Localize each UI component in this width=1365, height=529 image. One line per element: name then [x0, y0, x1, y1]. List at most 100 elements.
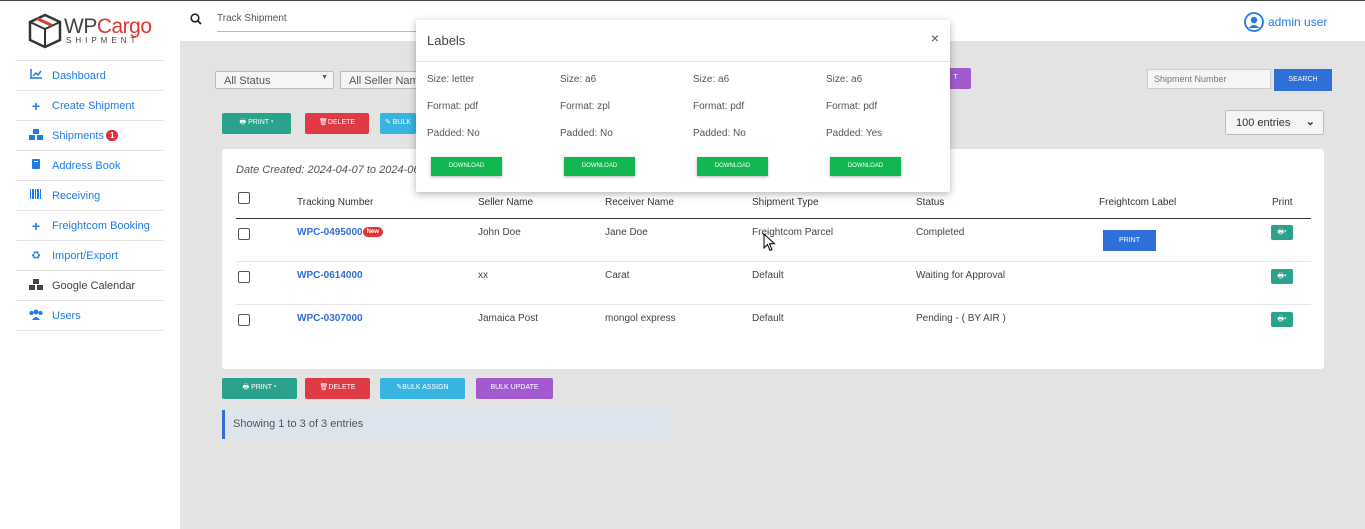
row-checkbox[interactable]: [238, 228, 250, 240]
sidebar-item-shipments[interactable]: Shipments 1: [16, 121, 164, 151]
sidebar-item-create-shipment[interactable]: + Create Shipment: [16, 91, 164, 121]
print-label: PRINT: [251, 384, 272, 391]
bulk-assign-button-top[interactable]: ✎ BULK: [380, 113, 416, 134]
boxes-icon: [28, 128, 44, 143]
col-shipment-type[interactable]: Shipment Type: [752, 197, 819, 208]
caret-down-icon: ▼: [321, 74, 328, 81]
barcode-icon: [28, 189, 44, 202]
label-size: Size: a6: [693, 74, 730, 85]
print-button-bottom[interactable]: 🖶 PRINT ▾: [222, 378, 297, 399]
download-button[interactable]: DOWNLOAD: [830, 157, 901, 176]
sidebar-item-label: Google Calendar: [52, 279, 136, 292]
status: Completed: [916, 227, 965, 238]
label-size: Size: a6: [560, 74, 597, 85]
receiver-name: mongol express: [605, 313, 676, 324]
sidebar-item-import-export[interactable]: ♻ Import/Export: [16, 241, 164, 271]
label-padded: Padded: No: [560, 128, 613, 139]
status: Pending - ( BY AIR ): [916, 313, 1006, 324]
modal-title: Labels: [427, 33, 466, 48]
sidebar-item-users[interactable]: Users: [16, 301, 164, 331]
sidebar-item-google-calendar[interactable]: Google Calendar: [16, 271, 164, 301]
status: Waiting for Approval: [916, 270, 1006, 281]
tracking-link[interactable]: WPC-0614000: [297, 270, 363, 281]
receiver-name: Carat: [605, 270, 630, 281]
receiver-name: Jane Doe: [605, 227, 648, 238]
label-format: Format: pdf: [427, 101, 479, 112]
bulk-assign-label: BULK ASSIGN: [402, 384, 449, 391]
status-filter-value: All Status: [224, 75, 271, 87]
entries-select[interactable]: 100 entries ⌄: [1225, 110, 1324, 135]
select-all-checkbox[interactable]: [238, 192, 250, 204]
row-print-button[interactable]: 🖶▾: [1271, 225, 1293, 240]
chevron-down-icon: ⌄: [1305, 116, 1315, 128]
logo[interactable]: WPCargo SHIPMENT: [28, 13, 158, 49]
delete-label: DELETE: [328, 384, 356, 391]
label-option: Size: a6 Format: zpl Padded: No: [560, 74, 613, 155]
users-icon: [28, 309, 44, 323]
row-checkbox[interactable]: [238, 314, 250, 326]
sidebar-nav: Dashboard + Create Shipment Shipments 1 A…: [16, 60, 164, 331]
seller-filter-select[interactable]: All Seller Name: [340, 71, 420, 89]
status-filter-select[interactable]: All Status ▼: [215, 71, 334, 89]
sidebar: WPCargo SHIPMENT Dashboard + Create Ship…: [0, 0, 180, 529]
bulk-label: BULK: [392, 119, 412, 126]
sidebar-item-label: Create Shipment: [52, 99, 135, 112]
download-button[interactable]: DOWNLOAD: [431, 157, 502, 176]
delete-button-bottom[interactable]: 🗑DELETE: [305, 378, 370, 399]
logo-tagline: SHIPMENT: [66, 36, 140, 45]
user-avatar-icon: [1244, 12, 1264, 32]
search-button[interactable]: SEARCH: [1274, 69, 1332, 91]
sidebar-item-label: Freightcom Booking: [52, 219, 150, 232]
delete-button-top[interactable]: 🗑DELETE: [305, 113, 369, 134]
search-icon[interactable]: [190, 13, 202, 25]
track-shipment-input[interactable]: Track Shipment: [217, 13, 417, 32]
plus-icon: +: [31, 97, 41, 114]
print-button-top[interactable]: 🖶 PRINT ▾: [222, 113, 291, 134]
sidebar-item-freightcom-booking[interactable]: + Freightcom Booking: [16, 211, 164, 241]
boxes-icon: [28, 278, 44, 293]
col-receiver-name[interactable]: Receiver Name: [605, 197, 674, 208]
close-icon[interactable]: ×: [931, 30, 939, 46]
shipment-number-input[interactable]: Shipment Number: [1147, 69, 1271, 89]
sidebar-item-receiving[interactable]: Receiving: [16, 181, 164, 211]
col-tracking-number[interactable]: Tracking Number: [297, 197, 373, 208]
col-status[interactable]: Status: [916, 197, 944, 208]
date-created-range: Date Created: 2024-04-07 to 2024-06-0: [236, 164, 430, 176]
sidebar-item-dashboard[interactable]: Dashboard: [16, 61, 164, 91]
seller-filter-value: All Seller Name: [349, 75, 420, 87]
sidebar-item-address-book[interactable]: Address Book: [16, 151, 164, 181]
bulk-update-button-bottom[interactable]: BULK UPDATE: [476, 378, 553, 399]
label-padded: Padded: Yes: [826, 128, 883, 139]
plus-icon: +: [31, 217, 41, 234]
delete-label: DELETE: [327, 119, 356, 126]
seller-name: Jamaica Post: [478, 313, 539, 324]
label-size: Size: a6: [826, 74, 863, 85]
bulk-assign-button-bottom[interactable]: ✎BULK ASSIGN: [380, 378, 465, 399]
user-name: admin user: [1268, 15, 1328, 29]
cargo-box-icon: [28, 13, 62, 49]
shipment-type: Default: [752, 270, 784, 281]
recycle-icon: ♻: [31, 250, 41, 262]
label-padded: Padded: No: [693, 128, 746, 139]
seller-name: John Doe: [478, 227, 521, 238]
col-seller-name[interactable]: Seller Name: [478, 197, 533, 208]
label-size: Size: letter: [427, 74, 475, 85]
freightcom-print-button[interactable]: PRINT: [1103, 230, 1156, 251]
tracking-link[interactable]: WPC-0307000: [297, 313, 363, 324]
label-format: Format: pdf: [826, 101, 878, 112]
col-print[interactable]: Print: [1272, 197, 1293, 208]
col-freightcom-label[interactable]: Freightcom Label: [1099, 197, 1176, 208]
row-print-button[interactable]: 🖶▾: [1271, 312, 1293, 327]
user-menu[interactable]: admin user: [1244, 12, 1327, 32]
sidebar-item-label: Receiving: [52, 189, 101, 202]
chart-line-icon: [28, 69, 44, 82]
download-button[interactable]: DOWNLOAD: [697, 157, 768, 176]
tracking-link[interactable]: WPC-0495000 New: [297, 227, 383, 238]
row-print-button[interactable]: 🖶▾: [1271, 269, 1293, 284]
download-button[interactable]: DOWNLOAD: [564, 157, 635, 176]
label-padded: Padded: No: [427, 128, 480, 139]
modal-divider: [416, 61, 950, 62]
label-format: Format: pdf: [693, 101, 745, 112]
sidebar-item-label: Import/Export: [52, 249, 119, 262]
row-checkbox[interactable]: [238, 271, 250, 283]
